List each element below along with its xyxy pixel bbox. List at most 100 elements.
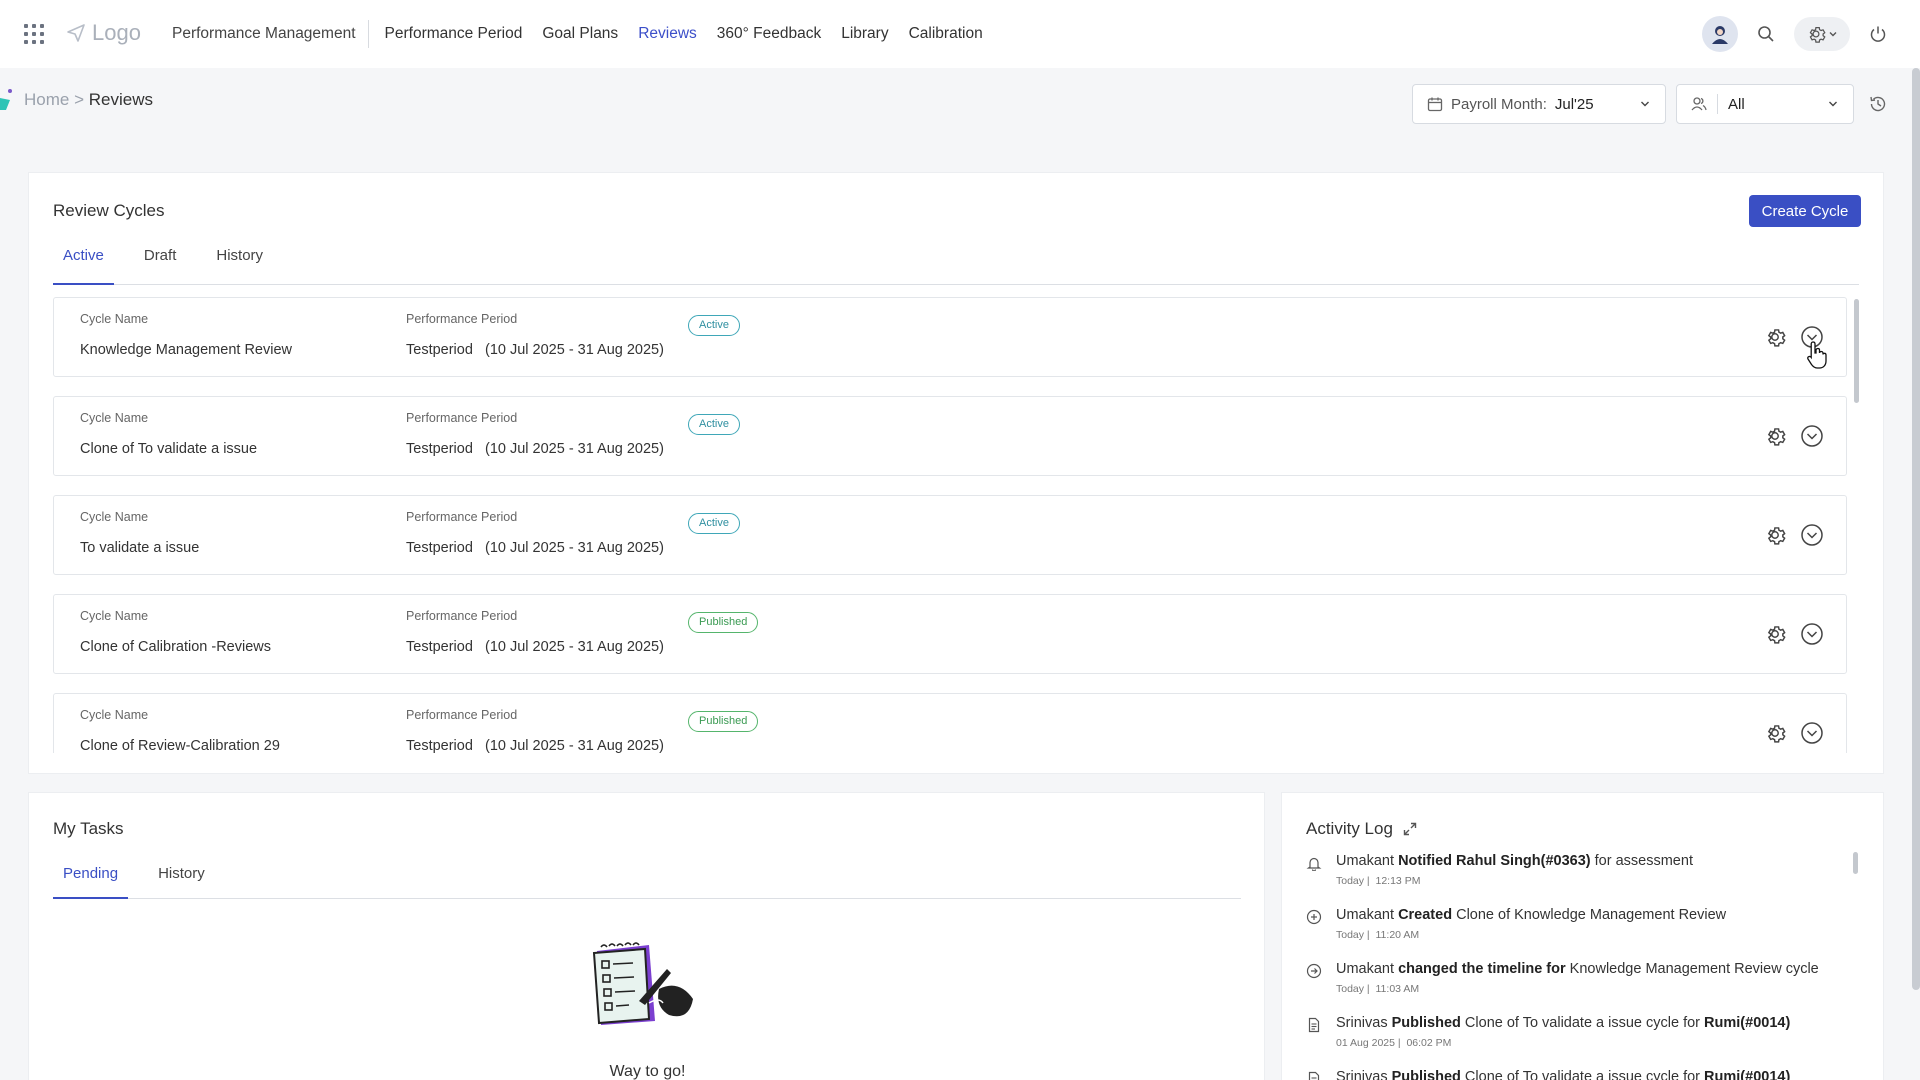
plus-circle-icon bbox=[1306, 909, 1322, 925]
performance-period-value: Testperiod (10 Jul 2025 - 31 Aug 2025) bbox=[406, 540, 664, 556]
nav-360-feedback[interactable]: 360° Feedback bbox=[717, 25, 821, 43]
document-icon bbox=[1308, 1017, 1320, 1033]
expand-row-chevron-icon[interactable] bbox=[1800, 424, 1824, 448]
cycle-name: Clone of Calibration -Reviews bbox=[80, 639, 271, 655]
my-tasks-card: My Tasks Pending History Way to go! bbox=[28, 792, 1265, 1080]
top-navbar: Logo Performance Management Performance … bbox=[0, 0, 1920, 68]
list-scrollbar[interactable] bbox=[1854, 299, 1859, 403]
activity-text: Umakant Created Clone of Knowledge Manag… bbox=[1336, 905, 1866, 923]
activity-log-card: Activity Log Umakant Notified Rahul Sing… bbox=[1281, 792, 1884, 1080]
cycle-settings-gear-icon[interactable] bbox=[1764, 722, 1786, 744]
review-cycle-list: Cycle Name Knowledge Management Review Per… bbox=[53, 297, 1847, 753]
breadcrumb-home[interactable]: Home bbox=[24, 90, 69, 109]
activity-timestamp: Today | 11:03 AM bbox=[1336, 983, 1420, 995]
cycle-name: Clone of Review-Calibration 29 bbox=[80, 738, 280, 753]
employee-filter-value: All bbox=[1728, 95, 1745, 113]
cycle-settings-gear-icon[interactable] bbox=[1764, 524, 1786, 546]
expand-row-chevron-icon[interactable] bbox=[1800, 622, 1824, 646]
bell-icon bbox=[1306, 857, 1322, 871]
payroll-month-label: Payroll Month: bbox=[1451, 95, 1547, 113]
nav-goal-plans[interactable]: Goal Plans bbox=[542, 25, 618, 43]
logo-text: Logo bbox=[92, 20, 141, 45]
search-button[interactable] bbox=[1752, 20, 1780, 48]
cycle-name: Knowledge Management Review bbox=[80, 342, 292, 358]
expand-row-chevron-icon[interactable] bbox=[1800, 523, 1824, 547]
activity-detail: Clone of To validate a issue cycle for bbox=[1460, 1015, 1705, 1031]
apps-grid-icon[interactable] bbox=[24, 24, 44, 44]
my-tasks-title: My Tasks bbox=[53, 819, 124, 838]
nav-module-title[interactable]: Performance Management bbox=[172, 20, 369, 48]
activity-text: Umakant changed the timeline for Knowled… bbox=[1336, 959, 1866, 977]
activity-detail: for assessment bbox=[1590, 853, 1693, 869]
tab-tasks-history[interactable]: History bbox=[148, 855, 215, 899]
performance-period-label: Performance Period bbox=[406, 312, 518, 326]
review-cycle-row[interactable]: Cycle Name Clone of To validate a issue Pe… bbox=[53, 396, 1847, 476]
gear-icon bbox=[1809, 26, 1826, 43]
review-cycle-row[interactable]: Cycle Name Knowledge Management Review Per… bbox=[53, 297, 1847, 377]
payroll-month-value: Jul'25 bbox=[1554, 95, 1594, 113]
status-badge: Active bbox=[688, 414, 740, 435]
performance-period-label: Performance Period bbox=[406, 411, 518, 425]
top-right-actions bbox=[1702, 16, 1892, 52]
decor-shape-icon bbox=[0, 89, 12, 110]
breadcrumb-separator: > bbox=[69, 90, 89, 109]
breadcrumb: Home > Reviews bbox=[24, 90, 153, 110]
tab-draft[interactable]: Draft bbox=[134, 239, 187, 285]
logout-button[interactable] bbox=[1864, 20, 1892, 48]
history-icon[interactable] bbox=[1868, 94, 1888, 114]
status-badge: Active bbox=[688, 315, 740, 336]
tab-history[interactable]: History bbox=[206, 239, 273, 285]
review-cycle-row[interactable]: Cycle Name To validate a issue Performance… bbox=[53, 495, 1847, 575]
expand-icon[interactable] bbox=[1403, 822, 1417, 836]
activity-log-item: Umakant Notified Rahul Singh(#0363) for … bbox=[1306, 851, 1866, 905]
avatar[interactable] bbox=[1702, 16, 1738, 52]
activity-actor: Umakant bbox=[1336, 853, 1395, 869]
arrow-circle-icon bbox=[1306, 963, 1322, 979]
cycle-settings-gear-icon[interactable] bbox=[1764, 326, 1786, 348]
activity-target: Rumi(#0014) bbox=[1704, 1069, 1791, 1080]
nav-performance-period[interactable]: Performance Period bbox=[385, 25, 523, 43]
user-avatar-icon bbox=[1712, 26, 1728, 44]
activity-text: Umakant Notified Rahul Singh(#0363) for … bbox=[1336, 851, 1866, 869]
cycle-settings-gear-icon[interactable] bbox=[1764, 425, 1786, 447]
breadcrumb-current: Reviews bbox=[88, 90, 153, 109]
nav-reviews[interactable]: Reviews bbox=[638, 25, 697, 43]
activity-text: Srinivas Published Clone of To validate … bbox=[1336, 1067, 1866, 1080]
performance-period-label: Performance Period bbox=[406, 510, 518, 524]
activity-log-item: Umakant changed the timeline for Knowled… bbox=[1306, 959, 1866, 1013]
main-nav: Performance Management Performance Perio… bbox=[172, 0, 1003, 68]
activity-actor: Umakant bbox=[1336, 961, 1395, 977]
review-cycle-row[interactable]: Cycle Name Clone of Review-Calibration 29… bbox=[53, 693, 1847, 753]
page-scrollbar[interactable] bbox=[1912, 68, 1920, 990]
activity-action: Published bbox=[1391, 1069, 1461, 1080]
activity-target: Rumi(#0014) bbox=[1704, 1015, 1791, 1031]
nav-library[interactable]: Library bbox=[841, 25, 888, 43]
performance-period-label: Performance Period bbox=[406, 708, 518, 722]
create-cycle-button[interactable]: Create Cycle bbox=[1749, 195, 1861, 227]
empty-tasks-illustration-icon bbox=[592, 942, 693, 1025]
cycle-name: To validate a issue bbox=[80, 540, 200, 556]
settings-menu[interactable] bbox=[1794, 17, 1850, 51]
activity-actor: Srinivas bbox=[1336, 1069, 1388, 1080]
logo[interactable]: Logo bbox=[66, 20, 141, 46]
payroll-month-select[interactable]: Payroll Month: Jul'25 bbox=[1412, 84, 1666, 124]
status-badge: Published bbox=[688, 612, 759, 633]
review-cycle-row[interactable]: Cycle Name Clone of Calibration -Reviews P… bbox=[53, 594, 1847, 674]
cycle-name-label: Cycle Name bbox=[80, 708, 149, 722]
cycle-settings-gear-icon[interactable] bbox=[1764, 623, 1786, 645]
performance-period-value: Testperiod (10 Jul 2025 - 31 Aug 2025) bbox=[406, 639, 664, 655]
filter-divider bbox=[1717, 94, 1718, 114]
tab-active[interactable]: Active bbox=[53, 239, 114, 285]
activity-actor: Umakant bbox=[1336, 907, 1395, 923]
employee-filter-select[interactable]: All bbox=[1676, 84, 1854, 124]
my-tasks-tabs: Pending History bbox=[53, 855, 1241, 899]
nav-calibration[interactable]: Calibration bbox=[909, 25, 983, 43]
cycle-name-label: Cycle Name bbox=[80, 411, 149, 425]
chevron-down-icon bbox=[1829, 32, 1837, 37]
empty-tasks-text: Way to go! bbox=[609, 1063, 686, 1080]
activity-timestamp: 01 Aug 2025 | 06:02 PM bbox=[1336, 1037, 1452, 1049]
activity-timestamp: Today | 11:20 AM bbox=[1336, 929, 1420, 941]
activity-log-scrollbar[interactable] bbox=[1853, 852, 1858, 874]
expand-row-chevron-icon[interactable] bbox=[1800, 721, 1824, 745]
tab-pending[interactable]: Pending bbox=[53, 855, 129, 899]
